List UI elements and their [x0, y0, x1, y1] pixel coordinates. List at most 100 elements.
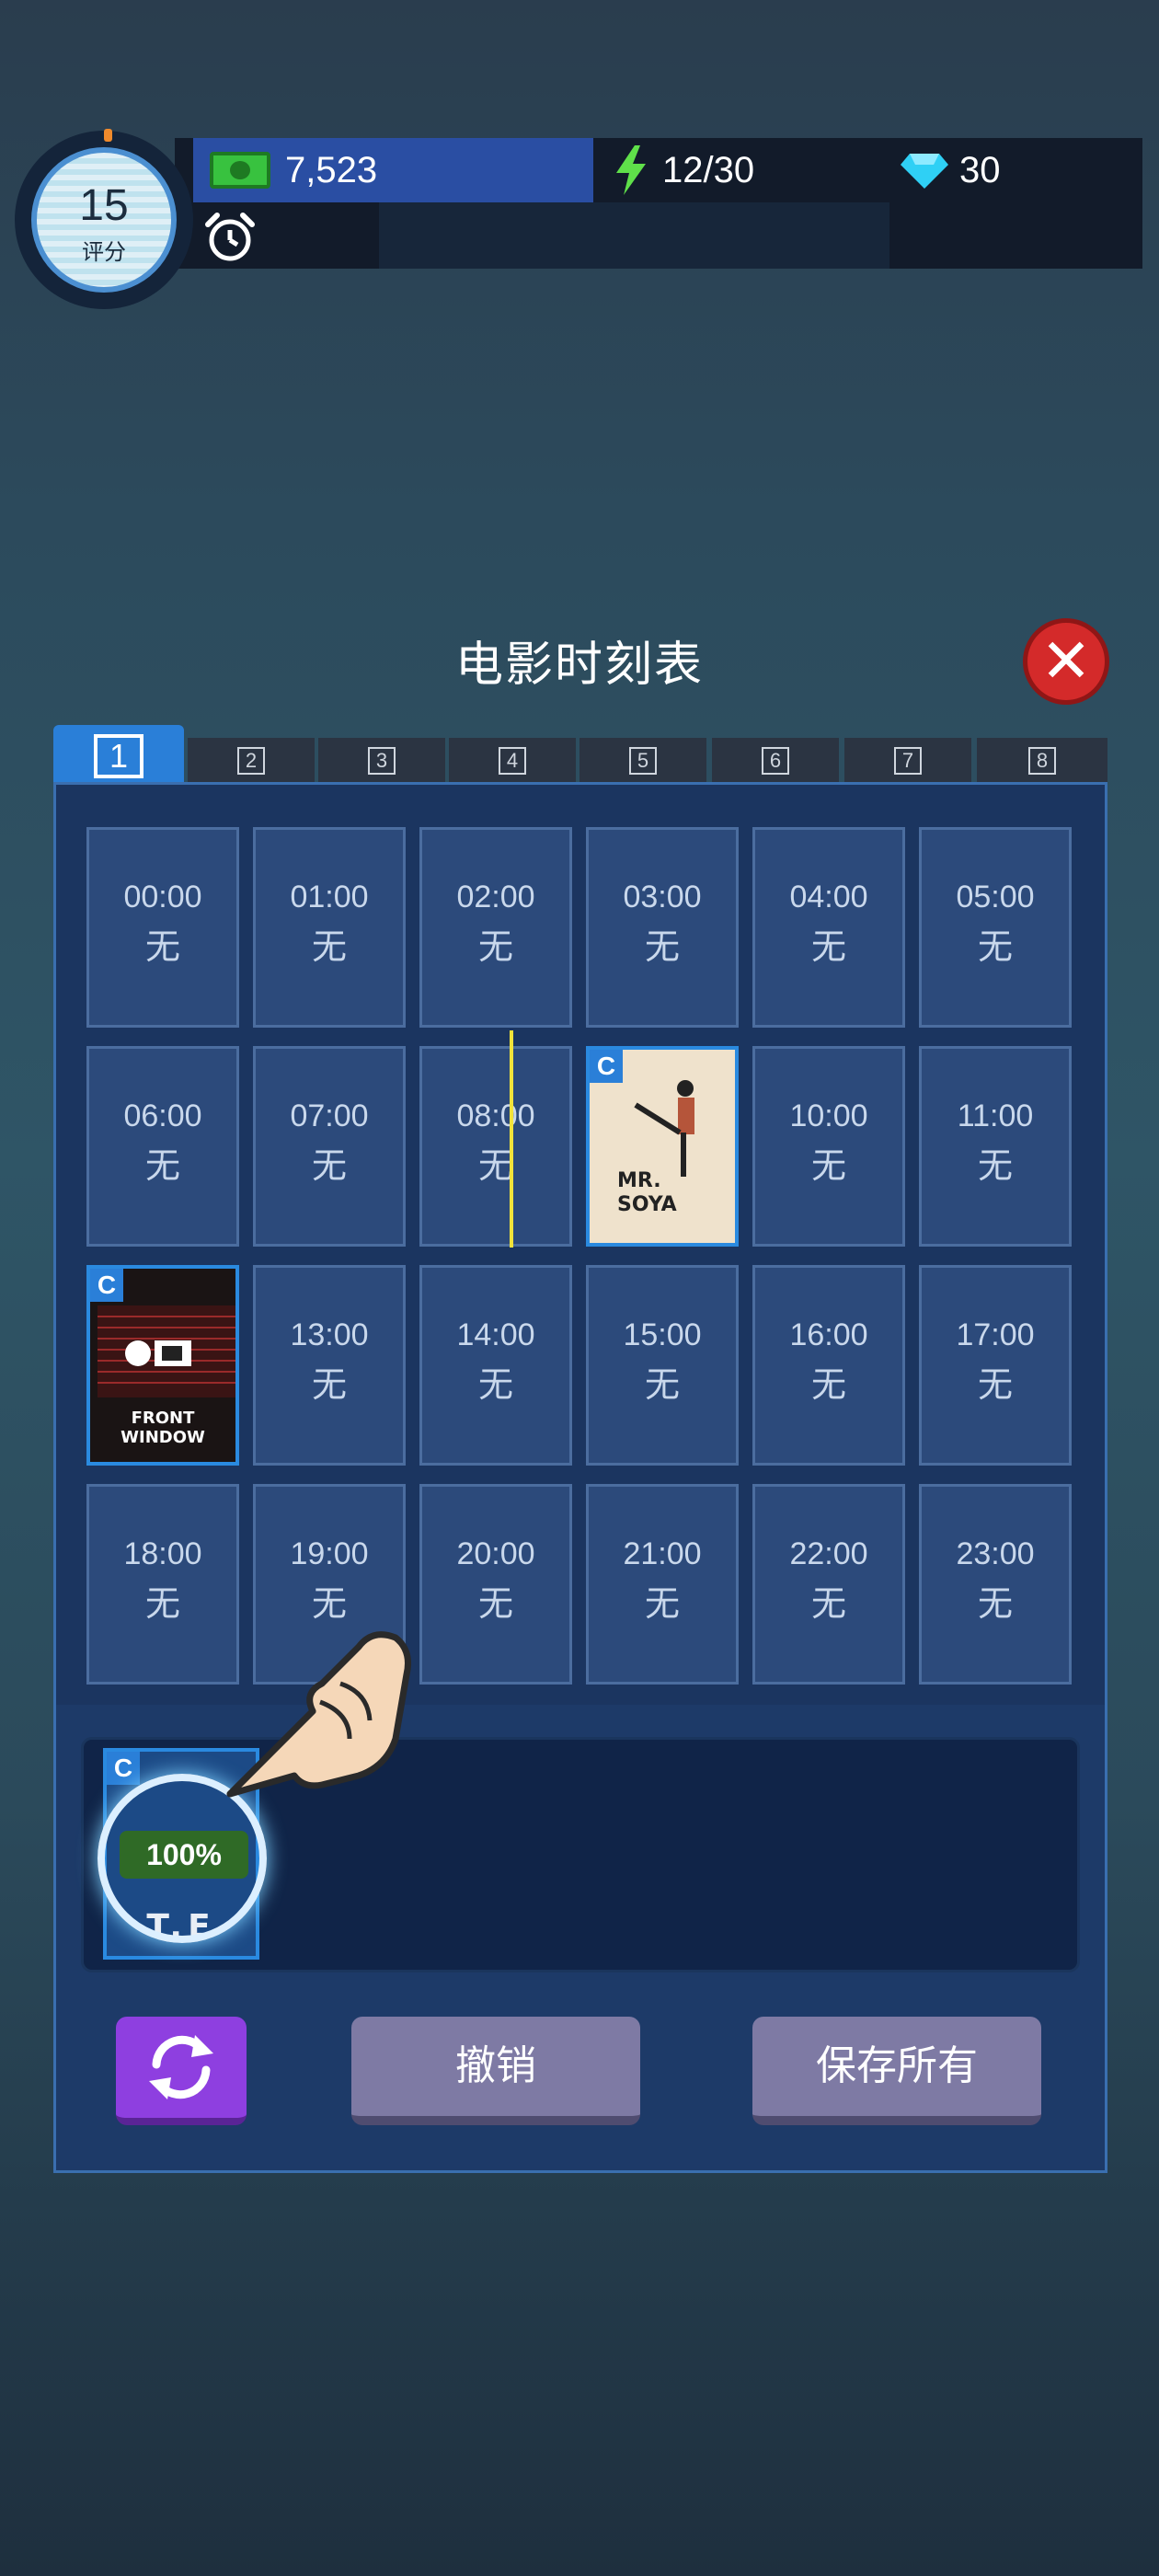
slot-time: 03:00 — [623, 880, 702, 914]
score-value: 15 — [79, 181, 129, 230]
time-slot[interactable]: 15:00 无 — [586, 1265, 739, 1466]
slot-time: 08:00 — [456, 1098, 535, 1133]
time-slot[interactable]: 03:00 无 — [586, 827, 739, 1028]
tab-1[interactable]: 1 — [53, 725, 184, 782]
cash-icon — [210, 152, 270, 189]
diamond-icon — [901, 154, 948, 189]
close-button[interactable]: ✕ — [1023, 618, 1109, 705]
slot-time: 13:00 — [290, 1317, 369, 1352]
time-slot[interactable]: 01:00 无 — [253, 827, 406, 1028]
tab-label: 2 — [237, 747, 265, 775]
time-slot[interactable]: 00:00 无 — [86, 827, 239, 1028]
slot-time: 19:00 — [290, 1536, 369, 1571]
slot-time: 11:00 — [957, 1098, 1034, 1133]
slot-time: 14:00 — [456, 1317, 535, 1352]
slot-time: 10:00 — [789, 1098, 868, 1133]
slot-status: 无 — [144, 926, 180, 967]
tab-7[interactable]: 7 — [844, 738, 971, 782]
slot-status: 无 — [144, 1145, 180, 1186]
dialog-title: 电影时刻表 — [454, 638, 704, 693]
slot-status: 无 — [810, 926, 846, 967]
tab-label: 1 — [94, 734, 143, 778]
tab-label: 8 — [1028, 747, 1056, 775]
slot-time: 04:00 — [789, 880, 868, 914]
slot-status: 无 — [977, 926, 1013, 967]
time-slot[interactable]: 21:00 无 — [586, 1484, 739, 1685]
tab-label: 5 — [629, 747, 657, 775]
gem-value: 30 — [959, 149, 1001, 190]
tab-4[interactable]: 4 — [449, 738, 576, 782]
movie-poster-front-window[interactable]: FRONT WINDOW C — [86, 1265, 239, 1466]
time-slot[interactable]: 23:00 无 — [919, 1484, 1072, 1685]
tab-8[interactable]: 8 — [977, 738, 1107, 782]
slot-status: 无 — [477, 926, 513, 967]
slot-time: 01:00 — [290, 880, 369, 914]
tab-3[interactable]: 3 — [318, 738, 445, 782]
slot-time: 18:00 — [123, 1536, 202, 1571]
time-slot[interactable]: 11:00 无 — [919, 1046, 1072, 1247]
money-value: 7,523 — [285, 149, 378, 190]
slot-status: 无 — [477, 1145, 513, 1186]
tutorial-hand-icon — [226, 1631, 411, 1798]
slot-status: 无 — [477, 1364, 513, 1405]
slot-status: 无 — [810, 1364, 846, 1405]
slot-time: 16:00 — [789, 1317, 868, 1352]
refresh-icon — [149, 2035, 213, 2099]
money-counter[interactable]: 7,523 — [193, 138, 593, 202]
tab-label: 7 — [894, 747, 922, 775]
time-slot[interactable]: 20:00 无 — [419, 1484, 572, 1685]
poster-camera-icon — [98, 1305, 235, 1397]
refresh-button[interactable] — [116, 2017, 247, 2125]
current-time-indicator — [510, 1030, 513, 1248]
gem-counter[interactable]: 30 — [888, 138, 1142, 202]
slot-status: 无 — [644, 926, 680, 967]
slot-time: 07:00 — [290, 1098, 369, 1133]
slot-time: 15:00 — [623, 1317, 702, 1352]
tab-6[interactable]: 6 — [712, 738, 839, 782]
tab-2[interactable]: 2 — [188, 738, 315, 782]
tab-5[interactable]: 5 — [580, 738, 706, 782]
slot-time: 22:00 — [789, 1536, 868, 1571]
time-slot[interactable]: 06:00 无 — [86, 1046, 239, 1247]
time-slot[interactable]: 08:00 无 — [419, 1046, 572, 1247]
slot-status: 无 — [977, 1583, 1013, 1624]
tab-label: 4 — [499, 747, 526, 775]
slot-status: 无 — [810, 1583, 846, 1624]
time-slot[interactable]: 07:00 无 — [253, 1046, 406, 1247]
slot-status: 无 — [644, 1364, 680, 1405]
slot-status: 无 — [311, 1364, 347, 1405]
score-marker — [104, 129, 112, 142]
poster-title: MR. SOYA — [617, 1169, 677, 1216]
slot-time: 05:00 — [956, 880, 1035, 914]
progress-value: 100% — [120, 1831, 248, 1879]
slot-time: 20:00 — [456, 1536, 535, 1571]
poster-figure-icon — [634, 1080, 694, 1177]
slot-status: 无 — [311, 1145, 347, 1186]
time-slot[interactable]: 16:00 无 — [752, 1265, 905, 1466]
energy-counter[interactable]: 12/30 — [598, 138, 883, 202]
slot-status: 无 — [810, 1145, 846, 1186]
time-slot[interactable]: 04:00 无 — [752, 827, 905, 1028]
time-slot[interactable]: 13:00 无 — [253, 1265, 406, 1466]
slot-status: 无 — [644, 1583, 680, 1624]
slot-time: 06:00 — [123, 1098, 202, 1133]
poster-title: FRONT WINDOW — [120, 1409, 205, 1447]
time-slot[interactable]: 17:00 无 — [919, 1265, 1072, 1466]
time-slot[interactable]: 05:00 无 — [919, 827, 1072, 1028]
slot-status: 无 — [977, 1145, 1013, 1186]
grade-badge: C — [107, 1752, 140, 1785]
time-slot[interactable]: 02:00 无 — [419, 827, 572, 1028]
grade-badge: C — [590, 1050, 623, 1083]
time-slot[interactable]: 10:00 无 — [752, 1046, 905, 1247]
lightning-icon — [616, 145, 646, 195]
time-slot[interactable]: 14:00 无 — [419, 1265, 572, 1466]
score-label: 评分 — [82, 239, 126, 265]
undo-button[interactable]: 撤销 — [351, 2017, 640, 2125]
save-all-button[interactable]: 保存所有 — [752, 2017, 1041, 2125]
movie-poster-mr-soya[interactable]: MR. SOYA C — [586, 1046, 739, 1247]
screen-tabs: 1 2 3 4 5 6 7 8 — [53, 725, 1107, 782]
slot-time: 02:00 — [456, 880, 535, 914]
alarm-clock-icon[interactable] — [202, 210, 258, 265]
time-slot[interactable]: 22:00 无 — [752, 1484, 905, 1685]
slot-time: 00:00 — [123, 880, 202, 914]
